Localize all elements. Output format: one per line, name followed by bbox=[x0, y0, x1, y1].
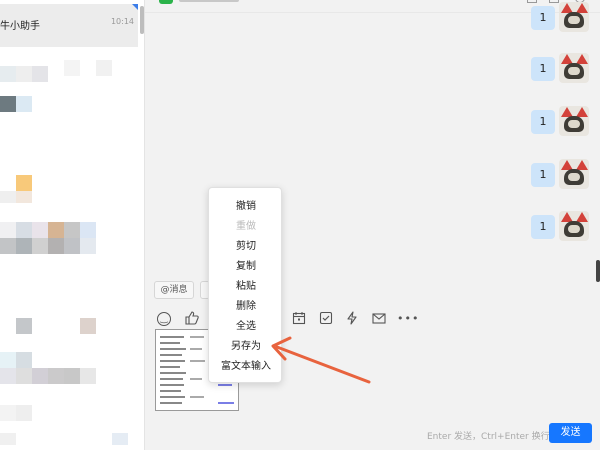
header-action-icon[interactable] bbox=[549, 0, 559, 3]
menu-item-save-as[interactable]: 另存为 bbox=[209, 337, 283, 357]
panda-avatar-icon[interactable] bbox=[559, 106, 589, 136]
conversation-list: 牛小助手 10:14 bbox=[0, 0, 144, 450]
blurred-conversation-item[interactable] bbox=[0, 96, 144, 136]
blurred-conversation-item[interactable] bbox=[0, 222, 144, 262]
blurred-conversation-item[interactable] bbox=[0, 175, 144, 205]
message-bubble[interactable]: 1 bbox=[531, 110, 555, 134]
panda-avatar-icon[interactable] bbox=[559, 159, 589, 189]
more-icon[interactable]: ••• bbox=[397, 311, 418, 327]
blurred-conversation-item[interactable] bbox=[0, 60, 144, 100]
conversation-time: 10:14 bbox=[110, 17, 134, 26]
like-icon[interactable] bbox=[184, 311, 200, 327]
mention-chip[interactable]: @消息 bbox=[154, 281, 194, 299]
menu-item-redo[interactable]: 重做 bbox=[209, 217, 283, 237]
chat-logo-icon bbox=[159, 0, 173, 4]
panda-avatar-icon[interactable] bbox=[559, 2, 589, 32]
check-icon[interactable] bbox=[318, 311, 334, 327]
menu-item-copy[interactable]: 复制 bbox=[209, 257, 283, 277]
mail-icon[interactable] bbox=[371, 311, 387, 327]
context-menu: 撤销 重做 剪切 复制 粘贴 删除 全选 另存为 富文本输入 bbox=[208, 187, 282, 383]
menu-item-select-all[interactable]: 全选 bbox=[209, 317, 283, 337]
menu-item-undo[interactable]: 撤销 bbox=[209, 197, 283, 217]
calendar-icon[interactable] bbox=[291, 311, 307, 327]
chat-title-blurred bbox=[179, 0, 239, 2]
message-bubble[interactable]: 1 bbox=[531, 57, 555, 81]
conversation-item-active[interactable]: 牛小助手 10:14 bbox=[0, 4, 138, 47]
message-bubble[interactable]: 1 bbox=[531, 215, 555, 239]
menu-item-rich-text-input[interactable]: 富文本输入 bbox=[209, 357, 283, 377]
blurred-conversation-item[interactable] bbox=[0, 318, 144, 338]
panda-avatar-icon[interactable] bbox=[559, 211, 589, 241]
menu-item-delete[interactable]: 删除 bbox=[209, 297, 283, 317]
emoji-icon[interactable]: ‿ bbox=[157, 312, 171, 326]
message-bubble[interactable]: 1 bbox=[531, 163, 555, 187]
bolt-icon[interactable] bbox=[344, 311, 360, 327]
conversation-name: 牛小助手 bbox=[0, 21, 40, 32]
header-action-icon[interactable] bbox=[527, 0, 537, 3]
pinned-corner-icon bbox=[132, 4, 138, 10]
blurred-conversation-item[interactable] bbox=[0, 405, 144, 445]
chat-scrollbar[interactable] bbox=[596, 260, 600, 282]
send-button[interactable]: 发送 bbox=[549, 423, 592, 443]
message-bubble[interactable]: 1 bbox=[531, 6, 555, 30]
send-shortcut-hint: Enter 发送，Ctrl+Enter 换行 bbox=[427, 432, 550, 442]
menu-item-cut[interactable]: 剪切 bbox=[209, 237, 283, 257]
menu-item-paste[interactable]: 粘贴 bbox=[209, 277, 283, 297]
panda-avatar-icon[interactable] bbox=[559, 53, 589, 83]
blurred-conversation-item[interactable] bbox=[0, 352, 144, 386]
